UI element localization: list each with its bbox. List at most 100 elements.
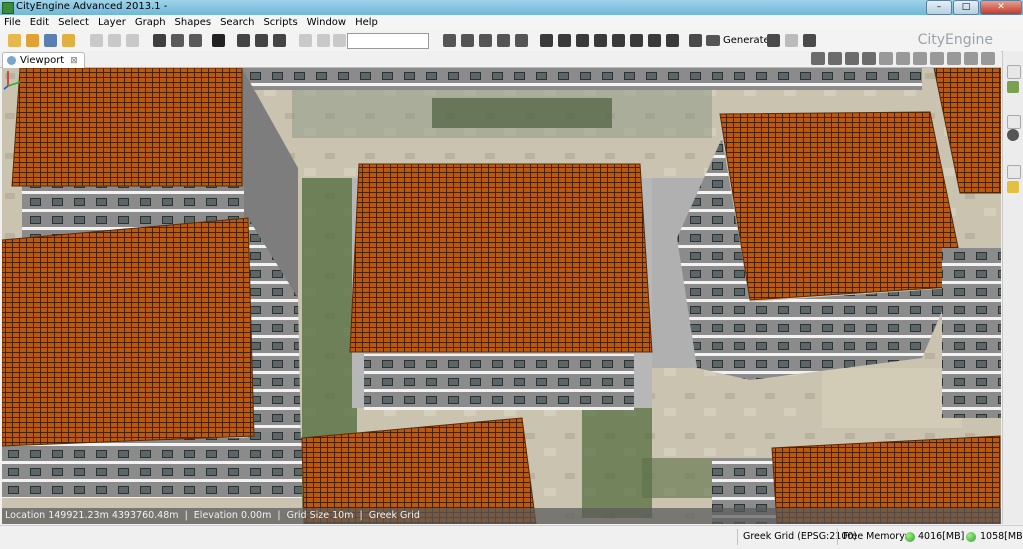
mesh-icon[interactable] (648, 34, 661, 47)
window-title: CityEngine Advanced 2013.1 - (16, 1, 168, 12)
viewport-tabbar: Viewport ⊠ (0, 51, 1001, 68)
right-dock (1002, 51, 1023, 524)
building-far-row (242, 68, 922, 90)
free-memory-label: Free Memory: (843, 531, 908, 542)
scene-render (2, 68, 1001, 524)
align-terrain-icon[interactable] (612, 34, 625, 47)
menu-scripts[interactable]: Scripts (259, 15, 302, 30)
grid-size-readout: Grid Size 10m (286, 510, 354, 521)
view-textured-icon[interactable] (845, 52, 859, 65)
status-separator: | (277, 510, 281, 521)
tab-viewport-label: Viewport (20, 55, 65, 66)
close-button[interactable]: ✕ (980, 0, 1022, 15)
menu-file[interactable]: File (0, 15, 26, 30)
frame-icon[interactable] (255, 34, 268, 47)
menu-select[interactable]: Select (54, 15, 94, 30)
minimize-button[interactable]: – (926, 0, 952, 15)
move-icon[interactable] (153, 34, 166, 47)
restore-panel-icon[interactable] (1007, 115, 1021, 129)
memory-ok-icon (905, 532, 915, 542)
new-icon[interactable] (8, 34, 21, 47)
update-seed-icon[interactable] (767, 34, 780, 47)
viewport-icon (7, 56, 16, 65)
view-shaded-icon[interactable] (811, 52, 825, 65)
view-lighting-icon[interactable] (862, 52, 876, 65)
generate-icon (706, 34, 720, 46)
menu-search[interactable]: Search (216, 15, 259, 30)
restore-panel-icon[interactable] (1007, 165, 1021, 179)
grid-name-readout: Greek Grid (368, 510, 420, 521)
building-center-roof (349, 163, 653, 353)
crs-label: Greek Grid (EPSG:2100) (743, 531, 858, 542)
viewport-toolbar (808, 52, 995, 66)
bookmark-icon[interactable] (299, 34, 312, 47)
align-icon[interactable] (594, 34, 607, 47)
checker-icon[interactable] (630, 34, 643, 47)
bookmarks-icon[interactable] (913, 52, 927, 65)
title-bar: CityEngine Advanced 2013.1 - – □ ✕ (0, 0, 1023, 15)
tab-viewport[interactable]: Viewport ⊠ (2, 52, 85, 68)
restore-panel-icon[interactable] (1007, 65, 1021, 79)
info-icon[interactable] (1007, 129, 1019, 141)
viewport-3d[interactable] (2, 68, 1001, 524)
inspector-icon[interactable] (1007, 81, 1019, 93)
zoom-icon[interactable] (273, 34, 286, 47)
camera-icon[interactable] (879, 52, 893, 65)
menu-edit[interactable]: Edit (26, 15, 54, 30)
memory-ok-icon (966, 532, 976, 542)
shape-tool-icon[interactable] (515, 34, 528, 47)
rule-icon[interactable] (689, 34, 702, 47)
add-node-icon[interactable] (461, 34, 474, 47)
tab-close-icon[interactable]: ⊠ (70, 56, 78, 66)
connect-icon[interactable] (576, 34, 589, 47)
save-icon[interactable] (44, 34, 57, 47)
open-folder-icon[interactable] (26, 34, 39, 47)
layer-icon[interactable] (317, 34, 330, 47)
terrain-paving (822, 368, 962, 428)
cityengine-app-icon (2, 2, 14, 14)
cleanup-shapes-icon[interactable] (666, 34, 679, 47)
status-divider (837, 529, 838, 545)
menu-help[interactable]: Help (351, 15, 383, 30)
split-icon[interactable] (497, 34, 510, 47)
pan-icon[interactable] (237, 34, 250, 47)
view-wireframe-icon[interactable] (828, 52, 842, 65)
copy-icon[interactable] (108, 34, 121, 47)
cityengine-brand: CityEngine (917, 32, 993, 48)
building-topleft-roof (11, 68, 243, 187)
gear-icon[interactable] (947, 52, 961, 65)
status-separator: | (359, 510, 363, 521)
folder-icon[interactable] (1007, 181, 1019, 193)
viewport-status-overlay: Location 149921.23m 4393760.48m | Elevat… (2, 508, 1001, 524)
rotate-icon[interactable] (171, 34, 184, 47)
scale-icon[interactable] (189, 34, 202, 47)
star-icon[interactable] (964, 52, 978, 65)
lock-icon[interactable] (333, 34, 346, 47)
convert-icon[interactable] (803, 34, 816, 47)
elevation-readout: Elevation 0.00m (193, 510, 272, 521)
building-farright-facade (942, 248, 1001, 418)
status-divider (737, 529, 738, 545)
menu-layer[interactable]: Layer (94, 15, 131, 30)
street-tool-icon[interactable] (443, 34, 456, 47)
cube-icon[interactable] (540, 34, 553, 47)
menu-window[interactable]: Window (303, 15, 351, 30)
cleanup-icon[interactable] (62, 34, 75, 47)
menu-bar: File Edit Select Layer Graph Shapes Sear… (0, 15, 1023, 30)
paste-icon[interactable] (126, 34, 139, 47)
terrain-shadow (432, 98, 612, 128)
menu-shapes[interactable]: Shapes (171, 15, 217, 30)
memory-value-2: 1058[MB] (980, 531, 1023, 542)
cut-icon[interactable] (90, 34, 103, 47)
generate-button[interactable]: Generate (706, 32, 770, 48)
display-options-icon[interactable] (930, 52, 944, 65)
export-icon[interactable] (785, 34, 798, 47)
grow-streets-icon[interactable] (479, 34, 492, 47)
select-arrow-icon[interactable] (212, 34, 225, 47)
extrude-icon[interactable] (558, 34, 571, 47)
maximize-button[interactable]: □ (953, 0, 979, 15)
menu-graph[interactable]: Graph (131, 15, 171, 30)
camera-menu-icon[interactable] (896, 52, 910, 65)
minimize-view-icon[interactable] (981, 52, 995, 65)
search-input[interactable] (347, 33, 429, 49)
